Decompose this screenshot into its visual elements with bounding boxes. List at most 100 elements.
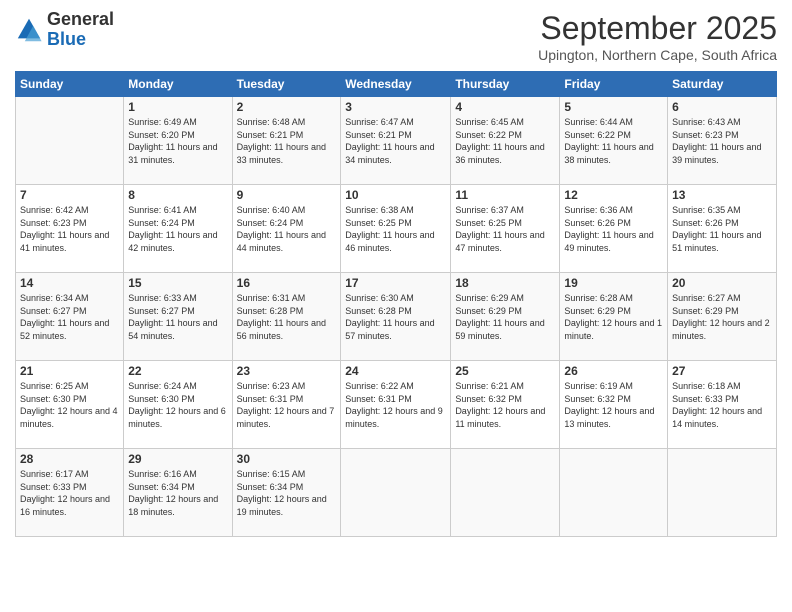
- col-sunday: Sunday: [16, 72, 124, 97]
- calendar-cell: 28 Sunrise: 6:17 AM Sunset: 6:33 PM Dayli…: [16, 449, 124, 537]
- col-saturday: Saturday: [668, 72, 777, 97]
- logo-text: General Blue: [47, 10, 114, 50]
- calendar-cell: 13 Sunrise: 6:35 AM Sunset: 6:26 PM Dayli…: [668, 185, 777, 273]
- day-number: 29: [128, 452, 227, 466]
- day-info: Sunrise: 6:42 AM Sunset: 6:23 PM Dayligh…: [20, 204, 119, 254]
- day-info: Sunrise: 6:16 AM Sunset: 6:34 PM Dayligh…: [128, 468, 227, 518]
- day-number: 27: [672, 364, 772, 378]
- calendar-cell: 8 Sunrise: 6:41 AM Sunset: 6:24 PM Daylig…: [124, 185, 232, 273]
- calendar-table: Sunday Monday Tuesday Wednesday Thursday…: [15, 71, 777, 537]
- week-row-5: 28 Sunrise: 6:17 AM Sunset: 6:33 PM Dayli…: [16, 449, 777, 537]
- title-block: September 2025 Upington, Northern Cape, …: [538, 10, 777, 63]
- calendar-cell: [560, 449, 668, 537]
- calendar-cell: 4 Sunrise: 6:45 AM Sunset: 6:22 PM Daylig…: [451, 97, 560, 185]
- calendar-cell: 6 Sunrise: 6:43 AM Sunset: 6:23 PM Daylig…: [668, 97, 777, 185]
- day-info: Sunrise: 6:19 AM Sunset: 6:32 PM Dayligh…: [564, 380, 663, 430]
- calendar-cell: 1Sunrise: 6:49 AM Sunset: 6:20 PM Daylig…: [124, 97, 232, 185]
- calendar-cell: 16 Sunrise: 6:31 AM Sunset: 6:28 PM Dayli…: [232, 273, 341, 361]
- day-info: Sunrise: 6:36 AM Sunset: 6:26 PM Dayligh…: [564, 204, 663, 254]
- day-number: 12: [564, 188, 663, 202]
- calendar-cell: 15Sunrise: 6:33 AM Sunset: 6:27 PM Dayli…: [124, 273, 232, 361]
- week-row-4: 21 Sunrise: 6:25 AM Sunset: 6:30 PM Dayli…: [16, 361, 777, 449]
- col-monday: Monday: [124, 72, 232, 97]
- day-info: Sunrise: 6:47 AM Sunset: 6:21 PM Dayligh…: [345, 116, 446, 166]
- calendar-cell: 14Sunrise: 6:34 AM Sunset: 6:27 PM Dayli…: [16, 273, 124, 361]
- day-info: Sunrise: 6:28 AM Sunset: 6:29 PM Dayligh…: [564, 292, 663, 342]
- calendar-cell: 17 Sunrise: 6:30 AM Sunset: 6:28 PM Dayli…: [341, 273, 451, 361]
- day-info: Sunrise: 6:23 AM Sunset: 6:31 PM Dayligh…: [237, 380, 337, 430]
- day-number: 17: [345, 276, 446, 290]
- calendar-cell: 22Sunrise: 6:24 AM Sunset: 6:30 PM Dayli…: [124, 361, 232, 449]
- location-subtitle: Upington, Northern Cape, South Africa: [538, 47, 777, 63]
- day-number: 26: [564, 364, 663, 378]
- day-info: Sunrise: 6:45 AM Sunset: 6:22 PM Dayligh…: [455, 116, 555, 166]
- day-number: 16: [237, 276, 337, 290]
- day-number: 6: [672, 100, 772, 114]
- day-info: Sunrise: 6:31 AM Sunset: 6:28 PM Dayligh…: [237, 292, 337, 342]
- calendar-cell: [341, 449, 451, 537]
- day-number: 18: [455, 276, 555, 290]
- calendar-cell: [668, 449, 777, 537]
- day-number: 19: [564, 276, 663, 290]
- day-number: 3: [345, 100, 446, 114]
- calendar-cell: 18 Sunrise: 6:29 AM Sunset: 6:29 PM Dayli…: [451, 273, 560, 361]
- day-info: Sunrise: 6:27 AM Sunset: 6:29 PM Dayligh…: [672, 292, 772, 342]
- logo-icon: [15, 16, 43, 44]
- day-number: 8: [128, 188, 227, 202]
- day-number: 9: [237, 188, 337, 202]
- day-number: 24: [345, 364, 446, 378]
- col-friday: Friday: [560, 72, 668, 97]
- day-number: 14: [20, 276, 119, 290]
- page: General Blue September 2025 Upington, No…: [0, 0, 792, 612]
- day-info: Sunrise: 6:35 AM Sunset: 6:26 PM Dayligh…: [672, 204, 772, 254]
- day-info: Sunrise: 6:25 AM Sunset: 6:30 PM Dayligh…: [20, 380, 119, 430]
- day-info: Sunrise: 6:22 AM Sunset: 6:31 PM Dayligh…: [345, 380, 446, 430]
- week-row-3: 14Sunrise: 6:34 AM Sunset: 6:27 PM Dayli…: [16, 273, 777, 361]
- day-info: Sunrise: 6:15 AM Sunset: 6:34 PM Dayligh…: [237, 468, 337, 518]
- header-row: Sunday Monday Tuesday Wednesday Thursday…: [16, 72, 777, 97]
- calendar-cell: 2Sunrise: 6:48 AM Sunset: 6:21 PM Daylig…: [232, 97, 341, 185]
- day-number: 5: [564, 100, 663, 114]
- week-row-1: 1Sunrise: 6:49 AM Sunset: 6:20 PM Daylig…: [16, 97, 777, 185]
- month-title: September 2025: [538, 10, 777, 47]
- logo-general: General: [47, 9, 114, 29]
- day-info: Sunrise: 6:30 AM Sunset: 6:28 PM Dayligh…: [345, 292, 446, 342]
- calendar-cell: 5 Sunrise: 6:44 AM Sunset: 6:22 PM Daylig…: [560, 97, 668, 185]
- day-number: 13: [672, 188, 772, 202]
- calendar-cell: 12 Sunrise: 6:36 AM Sunset: 6:26 PM Dayli…: [560, 185, 668, 273]
- calendar-cell: [16, 97, 124, 185]
- calendar-cell: 7 Sunrise: 6:42 AM Sunset: 6:23 PM Daylig…: [16, 185, 124, 273]
- col-tuesday: Tuesday: [232, 72, 341, 97]
- day-number: 22: [128, 364, 227, 378]
- day-number: 2: [237, 100, 337, 114]
- day-info: Sunrise: 6:38 AM Sunset: 6:25 PM Dayligh…: [345, 204, 446, 254]
- calendar-cell: [451, 449, 560, 537]
- calendar-cell: 24 Sunrise: 6:22 AM Sunset: 6:31 PM Dayli…: [341, 361, 451, 449]
- day-number: 10: [345, 188, 446, 202]
- day-number: 23: [237, 364, 337, 378]
- day-number: 28: [20, 452, 119, 466]
- calendar-cell: 30 Sunrise: 6:15 AM Sunset: 6:34 PM Dayli…: [232, 449, 341, 537]
- day-number: 11: [455, 188, 555, 202]
- calendar-cell: 3 Sunrise: 6:47 AM Sunset: 6:21 PM Daylig…: [341, 97, 451, 185]
- col-thursday: Thursday: [451, 72, 560, 97]
- day-number: 21: [20, 364, 119, 378]
- logo: General Blue: [15, 10, 114, 50]
- day-info: Sunrise: 6:29 AM Sunset: 6:29 PM Dayligh…: [455, 292, 555, 342]
- day-number: 7: [20, 188, 119, 202]
- logo-blue: Blue: [47, 29, 86, 49]
- calendar-cell: 29 Sunrise: 6:16 AM Sunset: 6:34 PM Dayli…: [124, 449, 232, 537]
- day-info: Sunrise: 6:49 AM Sunset: 6:20 PM Dayligh…: [128, 116, 227, 166]
- day-info: Sunrise: 6:44 AM Sunset: 6:22 PM Dayligh…: [564, 116, 663, 166]
- day-number: 4: [455, 100, 555, 114]
- day-info: Sunrise: 6:17 AM Sunset: 6:33 PM Dayligh…: [20, 468, 119, 518]
- day-info: Sunrise: 6:18 AM Sunset: 6:33 PM Dayligh…: [672, 380, 772, 430]
- header: General Blue September 2025 Upington, No…: [15, 10, 777, 63]
- calendar-cell: 19 Sunrise: 6:28 AM Sunset: 6:29 PM Dayli…: [560, 273, 668, 361]
- day-info: Sunrise: 6:41 AM Sunset: 6:24 PM Dayligh…: [128, 204, 227, 254]
- calendar-cell: 20Sunrise: 6:27 AM Sunset: 6:29 PM Dayli…: [668, 273, 777, 361]
- calendar-cell: 10 Sunrise: 6:38 AM Sunset: 6:25 PM Dayli…: [341, 185, 451, 273]
- day-number: 30: [237, 452, 337, 466]
- day-info: Sunrise: 6:33 AM Sunset: 6:27 PM Dayligh…: [128, 292, 227, 342]
- day-info: Sunrise: 6:43 AM Sunset: 6:23 PM Dayligh…: [672, 116, 772, 166]
